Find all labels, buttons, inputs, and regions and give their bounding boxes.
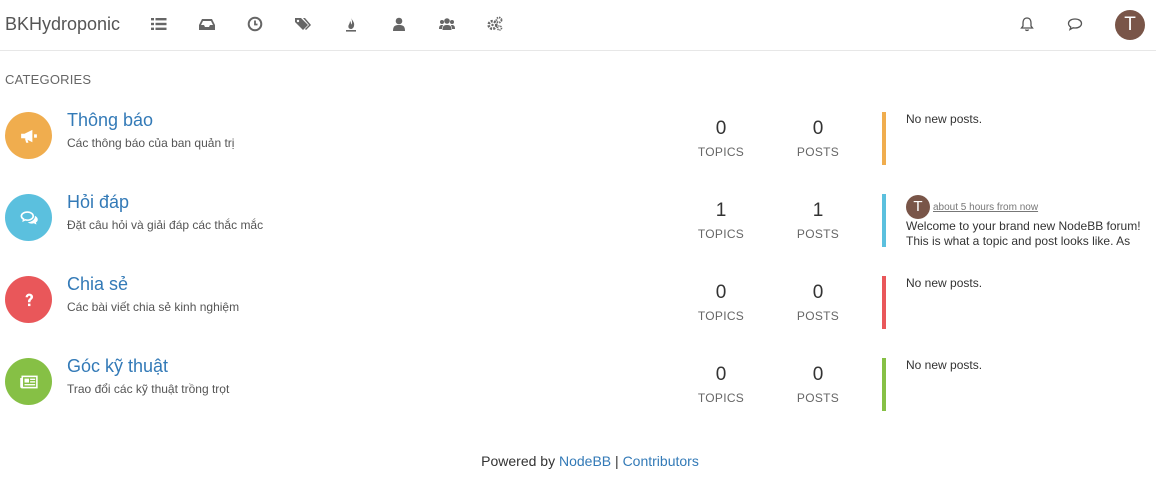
topics-count: 0 TOPICS [686, 282, 756, 323]
category-row-goc-ky-thuat: Góc kỹ thuật Trao đổi các kỹ thuật trồng… [0, 356, 1156, 418]
chats-icon[interactable] [1067, 16, 1085, 34]
question-icon[interactable] [5, 276, 52, 323]
category-title[interactable]: Góc kỹ thuật [67, 356, 168, 377]
nodebb-link[interactable]: NodeBB [559, 453, 611, 469]
category-title[interactable]: Hỏi đáp [67, 192, 129, 213]
category-title[interactable]: Thông báo [67, 110, 153, 131]
chat-icon[interactable] [5, 194, 52, 241]
topics-number: 0 [715, 364, 727, 385]
contributors-link[interactable]: Contributors [623, 453, 699, 469]
topics-label: TOPICS [697, 145, 745, 159]
no-posts-text: No new posts. [906, 358, 983, 372]
category-teaser: No new posts. [882, 276, 1152, 329]
posts-count: 1 POSTS [783, 200, 853, 241]
teaser-user-avatar[interactable]: T [906, 195, 930, 219]
category-row-thong-bao: Thông báo Các thông báo của ban quản trị… [0, 110, 1156, 172]
topics-count: 0 TOPICS [686, 118, 756, 159]
user-avatar[interactable]: T [1115, 10, 1145, 40]
footer-separator: | [611, 453, 623, 469]
teaser-post-preview[interactable]: Welcome to your brand new NodeBB forum! … [906, 219, 1156, 249]
brand-logo[interactable]: BKHydroponic [5, 14, 120, 35]
category-teaser: T about 5 hours from now Welcome to your… [882, 194, 1152, 248]
posts-count: 0 POSTS [783, 118, 853, 159]
category-description: Các thông báo của ban quản trị [67, 136, 235, 150]
posts-label: POSTS [796, 391, 840, 405]
footer-powered-by: Powered by [481, 453, 559, 469]
categories-icon[interactable] [151, 16, 169, 34]
admin-icon[interactable] [487, 16, 505, 34]
topics-label: TOPICS [697, 309, 745, 323]
topics-count: 1 TOPICS [686, 200, 756, 241]
category-description: Trao đổi các kỹ thuật trồng trọt [67, 382, 230, 396]
category-title[interactable]: Chia sẻ [67, 274, 128, 295]
posts-label: POSTS [796, 145, 840, 159]
unread-icon[interactable] [199, 16, 217, 34]
topics-number: 0 [715, 282, 727, 303]
topics-label: TOPICS [697, 227, 745, 241]
topics-count: 0 TOPICS [686, 364, 756, 405]
teaser-timestamp-link[interactable]: about 5 hours from now [933, 202, 1038, 213]
category-row-hoi-dap: Hỏi đáp Đặt câu hỏi và giải đáp các thắc… [0, 192, 1156, 254]
category-teaser: No new posts. [882, 358, 1152, 411]
top-navbar: BKHydroponic T [0, 0, 1156, 51]
no-posts-text: No new posts. [906, 276, 983, 290]
posts-count: 0 POSTS [783, 282, 853, 323]
recent-icon[interactable] [247, 16, 265, 34]
topics-number: 1 [715, 200, 727, 221]
posts-number: 1 [812, 200, 824, 221]
posts-label: POSTS [796, 309, 840, 323]
groups-icon[interactable] [439, 16, 457, 34]
posts-number: 0 [812, 282, 824, 303]
popular-icon[interactable] [343, 16, 361, 34]
category-row-chia-se: Chia sẻ Các bài viết chia sẻ kinh nghiệm… [0, 274, 1156, 336]
footer: Powered by NodeBB | Contributors [0, 453, 1156, 469]
notifications-bell-icon[interactable] [1019, 16, 1037, 34]
tags-icon[interactable] [295, 16, 313, 34]
topics-label: TOPICS [697, 391, 745, 405]
newspaper-icon[interactable] [5, 358, 52, 405]
categories-heading: CATEGORIES [5, 72, 92, 87]
no-posts-text: No new posts. [906, 112, 983, 126]
posts-number: 0 [812, 118, 824, 139]
users-icon[interactable] [391, 16, 409, 34]
megaphone-icon[interactable] [5, 112, 52, 159]
posts-label: POSTS [796, 227, 840, 241]
category-teaser: No new posts. [882, 112, 1152, 165]
category-description: Các bài viết chia sẻ kinh nghiệm [67, 300, 240, 314]
posts-number: 0 [812, 364, 824, 385]
posts-count: 0 POSTS [783, 364, 853, 405]
topics-number: 0 [715, 118, 727, 139]
category-description: Đặt câu hỏi và giải đáp các thắc mắc [67, 218, 264, 232]
